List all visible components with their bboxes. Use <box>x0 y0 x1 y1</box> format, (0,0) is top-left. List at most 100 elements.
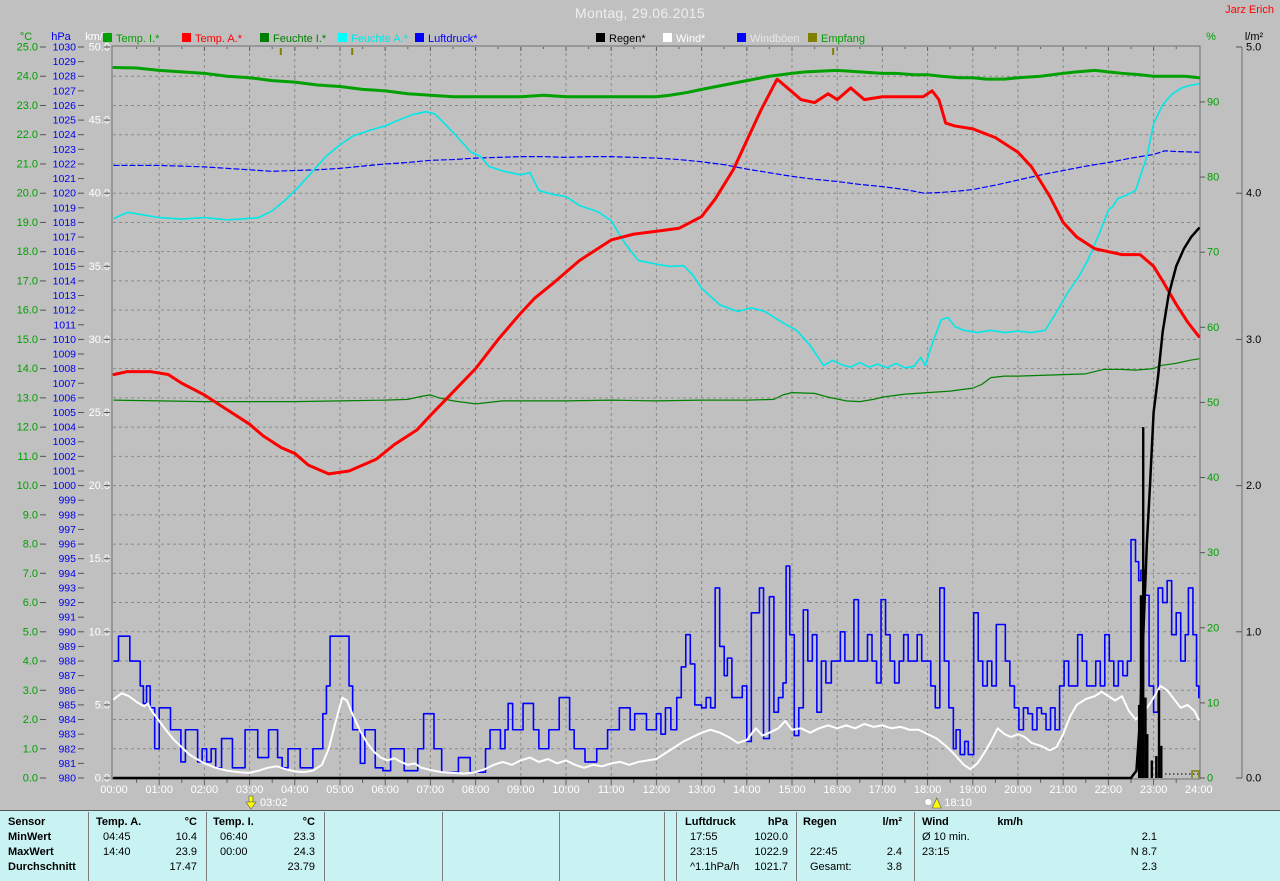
legend-label: Wind* <box>676 33 706 45</box>
temp-axis-label: 14.0 <box>17 363 38 375</box>
humidity-axis-label: 70 <box>1207 247 1219 259</box>
legend-swatch <box>415 33 424 42</box>
pressure-axis-label: 1011 <box>53 319 76 331</box>
sun-up-icon <box>245 801 257 810</box>
table-value-cell: 10.4 <box>175 831 197 843</box>
rain-bar <box>1157 690 1161 778</box>
pressure-axis-label: 983 <box>58 729 76 741</box>
pressure-axis-label: 1007 <box>53 378 77 390</box>
pressure-axis-label: 990 <box>58 626 76 638</box>
rain-axis-label: 4.0 <box>1246 188 1261 200</box>
x-axis-label: 15:00 <box>778 784 806 796</box>
pressure-axis-label: 1008 <box>53 363 77 375</box>
legend-swatch <box>260 33 269 42</box>
table-value-cell: 1021.7 <box>754 861 788 873</box>
rain-axis-label: 3.0 <box>1246 334 1261 346</box>
table-value-cell: 23.79 <box>287 861 315 873</box>
legend-swatch <box>808 33 817 42</box>
table-value-cell: 24.3 <box>293 846 315 858</box>
temp-axis-label: 8.0 <box>23 539 38 551</box>
x-axis-label: 12:00 <box>643 784 671 796</box>
pressure-axis-label: 1009 <box>53 349 77 361</box>
table-unit-header: l/m² <box>882 816 902 828</box>
table-value-cell: 23.3 <box>293 831 315 843</box>
table-value-cell: N 8.7 <box>1130 846 1157 858</box>
table-row-label: MinWert <box>8 831 52 843</box>
pressure-axis-label: 993 <box>58 582 76 594</box>
pressure-axis-label: 985 <box>58 699 76 711</box>
pressure-axis-label: 988 <box>58 656 76 668</box>
rain-axis-label: 2.0 <box>1246 480 1261 492</box>
pressure-axis-label: 984 <box>58 714 76 726</box>
humidity-axis-label: 80 <box>1207 172 1219 184</box>
sun-down-icon <box>931 797 942 809</box>
table-value-cell: 2.1 <box>1141 831 1157 843</box>
x-axis-label: 08:00 <box>462 784 490 796</box>
rain-bar <box>1160 745 1163 778</box>
table-row-label: Sensor <box>8 816 46 828</box>
humidity-axis-label: 20 <box>1207 622 1219 634</box>
pressure-axis-label: 1004 <box>53 422 77 434</box>
pressure-axis-label: 1029 <box>53 56 77 68</box>
temp-axis-label: 17.0 <box>17 275 38 287</box>
pressure-axis-label: 1020 <box>53 188 77 200</box>
sun-down-icon <box>924 798 933 806</box>
legend-label: Luftdruck* <box>428 33 478 45</box>
pressure-axis-label: 980 <box>58 773 76 785</box>
temp-axis-label: 21.0 <box>17 158 38 170</box>
temp-axis-label: 19.0 <box>17 217 38 229</box>
rain-bar <box>1155 756 1158 778</box>
table-value-cell: 2.4 <box>886 846 902 858</box>
temp-axis-label: 2.0 <box>23 714 38 726</box>
pressure-axis-label: 1010 <box>53 334 77 346</box>
table-row-label: Durchschnitt <box>8 861 76 873</box>
temp-axis-label: 5.0 <box>23 626 38 638</box>
pressure-axis-label: 989 <box>58 641 76 653</box>
temp-axis-label: 7.0 <box>23 568 38 580</box>
pressure-axis-label: 1014 <box>53 275 77 287</box>
temp-axis-label: 16.0 <box>17 305 38 317</box>
pressure-axis-label: 1027 <box>53 85 77 97</box>
pressure-axis-label: 1025 <box>53 115 77 127</box>
rain-axis-label: 1.0 <box>1246 626 1261 638</box>
temp-axis-label: 15.0 <box>17 334 38 346</box>
humidity-axis-header: % <box>1206 31 1216 43</box>
temp-axis-label: 18.0 <box>17 246 38 258</box>
x-axis-label: 21:00 <box>1049 784 1077 796</box>
rain-axis-label: 5.0 <box>1246 42 1261 54</box>
legend-label: Temp. A.* <box>195 33 243 45</box>
temp-axis-label: 0.0 <box>23 773 38 785</box>
pressure-axis-label: 991 <box>58 612 76 624</box>
table-divider <box>914 812 915 881</box>
temp-axis-header: °C <box>20 31 32 43</box>
pressure-axis-label: 1003 <box>53 436 77 448</box>
pressure-axis-header: hPa <box>51 31 71 43</box>
x-axis-label: 24:00 <box>1185 784 1213 796</box>
weather-app-window: { "window": { "title": "Montag, 29.06.20… <box>0 0 1280 881</box>
x-axis-label: 09:00 <box>507 784 535 796</box>
table-divider <box>796 812 797 881</box>
pressure-axis-label: 1015 <box>53 261 77 273</box>
x-axis-label: 20:00 <box>1004 784 1032 796</box>
table-value-cell: 2.3 <box>1141 861 1157 873</box>
pressure-axis-label: 1024 <box>53 129 77 141</box>
pressure-axis-label: 996 <box>58 539 76 551</box>
humidity-axis-label: 50 <box>1207 397 1219 409</box>
temp-axis-label: 10.0 <box>17 480 38 492</box>
rain-bar <box>1139 595 1143 778</box>
table-value-cell: 23.9 <box>175 846 197 858</box>
x-axis-label: 05:00 <box>326 784 354 796</box>
legend-swatch <box>663 33 672 42</box>
table-value-cell: 17.47 <box>169 861 197 873</box>
temp-axis-label: 24.0 <box>17 71 38 83</box>
table-divider <box>324 812 325 881</box>
pressure-axis-label: 1013 <box>53 290 77 302</box>
pressure-axis-label: 982 <box>58 743 76 755</box>
x-axis-label: 02:00 <box>191 784 219 796</box>
x-axis-label: 22:00 <box>1095 784 1123 796</box>
rain-axis-header: l/m² <box>1245 31 1264 43</box>
pressure-axis-label: 981 <box>58 758 76 770</box>
x-axis-label: 18:00 <box>914 784 942 796</box>
table-divider <box>676 812 677 881</box>
legend-swatch <box>338 33 347 42</box>
